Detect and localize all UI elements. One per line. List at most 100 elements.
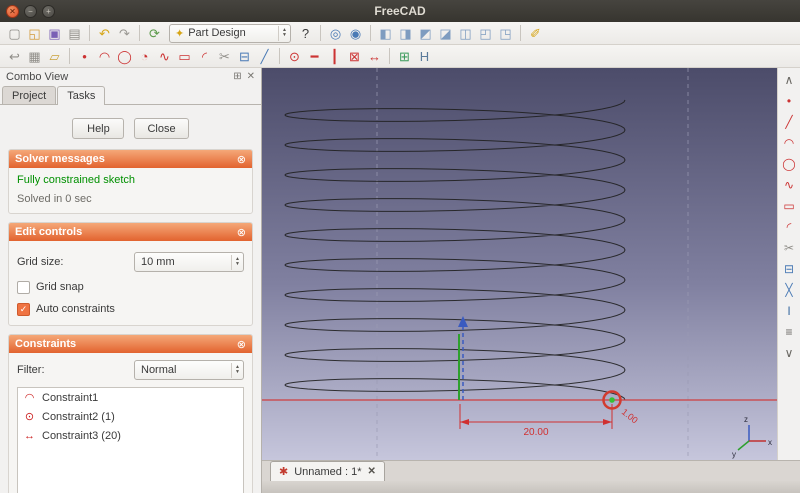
external-geometry-icon[interactable]: ⊟ [235, 47, 254, 66]
titlebar: ✕ − + FreeCAD [0, 0, 800, 22]
view-bottom-icon[interactable]: ◰ [476, 24, 495, 43]
standard-toolbar: ▢◱▣▤ ↶↷ ⟳ ✦ Part Design ▲ ▼ ? ◎◉ ◧◨◩◪◫◰◳ ✐ [0, 22, 800, 45]
grid-snap-row[interactable]: Grid snap [17, 279, 244, 295]
view-rear-icon[interactable]: ◫ [456, 24, 475, 43]
view-top-icon[interactable]: ◩ [416, 24, 435, 43]
constraints-header[interactable]: Constraints ⊗ [9, 335, 252, 353]
grid-size-value: 10 mm [141, 256, 228, 268]
create-circle-icon[interactable]: ◯ [115, 47, 134, 66]
freecad-doc-icon: ✱ [279, 465, 288, 478]
create-point-icon[interactable]: • [75, 47, 94, 66]
workbench-selector[interactable]: ✦ Part Design ▲ ▼ [169, 24, 291, 43]
create-rectangle-icon[interactable]: ▭ [175, 47, 194, 66]
sketch-polyline-icon[interactable]: ∿ [780, 176, 799, 193]
snap-toggle-icon[interactable]: H [415, 47, 434, 66]
whats-this-icon[interactable]: ? [296, 24, 315, 43]
map-sketch-icon[interactable]: ▱ [45, 47, 64, 66]
window-minimize-icon[interactable]: − [24, 5, 37, 18]
leave-sketch-icon[interactable]: ↩ [5, 47, 24, 66]
construction-mode-icon[interactable]: ╱ [255, 47, 274, 66]
grid-size-row: Grid size: 10 mm ▲ ▼ [17, 251, 244, 273]
refresh-icon[interactable]: ⟳ [145, 24, 164, 43]
measure-distance-icon[interactable]: ✐ [526, 24, 545, 43]
undo-icon[interactable]: ↶ [95, 24, 114, 43]
constraint-list-item[interactable]: ↔Constraint3 (20) [18, 426, 243, 445]
grid-toggle-icon[interactable]: ⊞ [395, 47, 414, 66]
workbench-selector-arrows: ▲ ▼ [278, 26, 287, 41]
grid-size-select[interactable]: 10 mm ▲ ▼ [134, 252, 244, 272]
open-document-icon[interactable]: ◱ [25, 24, 44, 43]
close-button[interactable]: Close [134, 118, 188, 139]
helix-sketch-curve[interactable] [285, 100, 625, 400]
spin-down-icon: ▼ [235, 262, 240, 267]
document-tab[interactable]: ✱ Unnamed : 1* ✕ [270, 461, 385, 481]
arc-constraint-icon: ◠ [23, 391, 36, 404]
section-collapse-icon[interactable]: ⊗ [237, 226, 246, 239]
sketch-line-icon[interactable]: ╱ [780, 113, 799, 130]
sketch-endpoint[interactable] [609, 397, 615, 403]
gizmo-z-label: z [744, 415, 748, 424]
constraint-filter-select[interactable]: Normal ▲ ▼ [134, 360, 244, 380]
create-polyline-icon[interactable]: ∿ [155, 47, 174, 66]
auto-constraints-label: Auto constraints [36, 303, 115, 315]
grid-size-label: Grid size: [17, 256, 63, 268]
combo-view-panel: Combo View ⊞ ✕ Project Tasks Help Close … [0, 68, 262, 493]
section-collapse-icon[interactable]: ⊗ [237, 153, 246, 166]
edit-controls-body: Grid size: 10 mm ▲ ▼ Grid snap ✓ Au [9, 241, 252, 325]
trim-edge-icon[interactable]: ✂ [215, 47, 234, 66]
scroll-up-icon[interactable]: ∧ [780, 71, 799, 88]
constraint-list[interactable]: ◠Constraint1⊙Constraint2 (1)↔Constraint3… [17, 387, 244, 493]
create-arc-icon[interactable]: ◠ [95, 47, 114, 66]
tab-project[interactable]: Project [2, 86, 56, 104]
constraint-distance-icon[interactable]: ↔ [365, 47, 384, 66]
sketch-elements-list-icon[interactable]: ≡ [780, 323, 799, 340]
edit-controls-header[interactable]: Edit controls ⊗ [9, 223, 252, 241]
grid-snap-checkbox[interactable] [17, 281, 30, 294]
auto-constraints-checkbox[interactable]: ✓ [17, 303, 30, 316]
help-button[interactable]: Help [72, 118, 124, 139]
constraint-vertical-icon[interactable]: ┃ [325, 47, 344, 66]
sketch-select-elements-icon[interactable]: I [780, 302, 799, 319]
dimension-value-label[interactable]: 20.00 [523, 427, 548, 438]
redo-icon[interactable]: ↷ [115, 24, 134, 43]
toolbar-separator [139, 25, 140, 41]
gizmo-x-label: x [768, 438, 772, 447]
window-close-icon[interactable]: ✕ [6, 5, 19, 18]
save-document-icon[interactable]: ▣ [45, 24, 64, 43]
sketch-external-icon[interactable]: ⊟ [780, 260, 799, 277]
panel-close-icon[interactable]: ✕ [247, 71, 255, 82]
create-fillet-icon[interactable]: ◜ [195, 47, 214, 66]
window-maximize-icon[interactable]: + [42, 5, 55, 18]
document-tab-close-icon[interactable]: ✕ [367, 466, 375, 477]
sketch-trim-icon[interactable]: ✂ [780, 239, 799, 256]
new-document-icon[interactable]: ▢ [5, 24, 24, 43]
auto-constraints-row[interactable]: ✓ Auto constraints [17, 301, 244, 317]
create-conic-icon[interactable]: ◔ [135, 47, 154, 66]
sketch-construction-icon[interactable]: ╳ [780, 281, 799, 298]
view-left-icon[interactable]: ◳ [496, 24, 515, 43]
sketch-fillet-icon[interactable]: ◜ [780, 218, 799, 235]
scroll-down-icon[interactable]: ∨ [780, 344, 799, 361]
constraint-list-item[interactable]: ⊙Constraint2 (1) [18, 407, 243, 426]
section-collapse-icon[interactable]: ⊗ [237, 338, 246, 351]
3d-viewport[interactable]: 20.00 1.00 z x y [262, 68, 777, 460]
constraint-lock-icon[interactable]: ⊠ [345, 47, 364, 66]
print-icon[interactable]: ▤ [65, 24, 84, 43]
view-fit-selection-icon[interactable]: ◉ [346, 24, 365, 43]
view-axonometric-icon[interactable]: ◧ [376, 24, 395, 43]
sketch-arc-icon[interactable]: ◠ [780, 134, 799, 151]
sketch-circle-icon[interactable]: ◯ [780, 155, 799, 172]
view-front-icon[interactable]: ◨ [396, 24, 415, 43]
sketch-rectangle-icon[interactable]: ▭ [780, 197, 799, 214]
constraint-horizontal-icon[interactable]: ━ [305, 47, 324, 66]
constraint-coincident-icon[interactable]: ⊙ [285, 47, 304, 66]
solver-messages-header[interactable]: Solver messages ⊗ [9, 150, 252, 168]
radius-value-label[interactable]: 1.00 [620, 407, 640, 426]
view-sketch-icon[interactable]: ▦ [25, 47, 44, 66]
sketch-point-icon[interactable]: • [780, 92, 799, 109]
constraint-list-item[interactable]: ◠Constraint1 [18, 388, 243, 407]
panel-float-icon[interactable]: ⊞ [233, 71, 241, 82]
tab-tasks[interactable]: Tasks [57, 86, 105, 105]
view-fit-all-icon[interactable]: ◎ [326, 24, 345, 43]
view-right-icon[interactable]: ◪ [436, 24, 455, 43]
